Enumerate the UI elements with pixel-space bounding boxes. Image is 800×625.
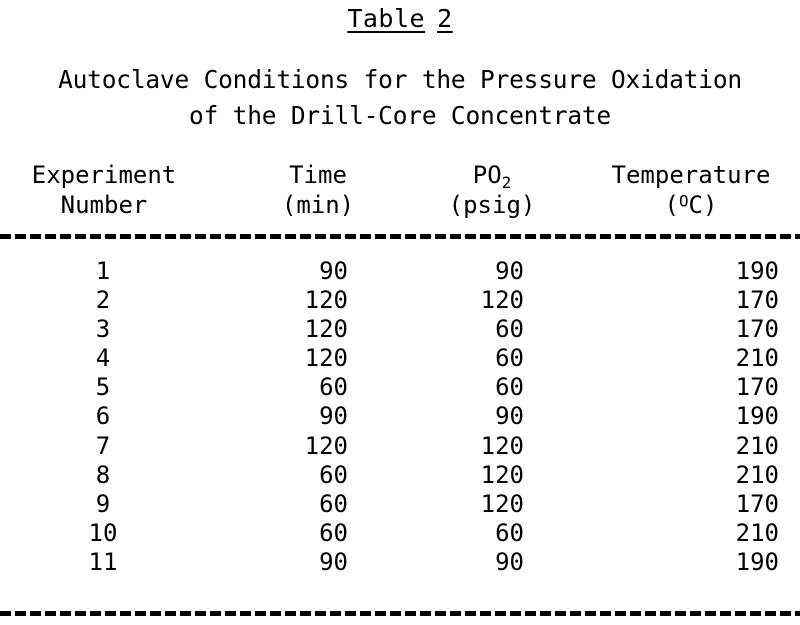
cell-po2: 120: [480, 489, 524, 518]
table-body: 1 90 90 190 2 120 120 170 3 120 60 170 4 120 60 210 5 60 6…: [0, 258, 800, 578]
table-row: 1 90 90 190: [0, 258, 800, 287]
cell-time: 60: [319, 460, 348, 489]
cell-experiment-number: 10: [88, 518, 118, 547]
table-row: 2 120 120 170: [0, 287, 800, 316]
cell-time: 120: [304, 344, 348, 373]
table-row: 4 120 60 210: [0, 345, 800, 374]
cell-temperature: 210: [735, 460, 779, 489]
column-header-temperature-line-1: Temperature: [611, 161, 771, 189]
cell-temperature: 170: [735, 489, 779, 518]
degree-symbol: O: [679, 191, 689, 211]
cell-po2: 60: [495, 518, 524, 547]
cell-time: 60: [319, 518, 348, 547]
cell-temperature: 190: [735, 402, 779, 431]
cell-experiment-number: 5: [95, 373, 111, 402]
column-header-temperature-line-2: (OC): [588, 190, 794, 220]
cell-time: 120: [304, 431, 348, 460]
table-row: 10 60 60 210: [0, 520, 800, 549]
cell-po2: 90: [495, 402, 524, 431]
column-header-time-line-2: (min): [281, 191, 355, 219]
cell-po2: 90: [495, 257, 524, 285]
column-header-time-line-1: Time: [289, 161, 347, 189]
cell-temperature: 170: [735, 315, 779, 344]
column-header-experiment-number-line-1: Experiment: [31, 161, 177, 189]
table-header-separator-rule: [0, 234, 800, 239]
table-bottom-rule: [0, 611, 800, 616]
cell-po2: 60: [495, 373, 524, 402]
degree-unit-celsius: C): [688, 191, 718, 219]
cell-po2: 60: [495, 315, 524, 344]
cell-time: 90: [319, 257, 348, 285]
cell-time: 60: [319, 489, 348, 518]
data-table: Experiment Number Time (min) PO2 (psig) …: [0, 0, 800, 625]
cell-temperature: 210: [735, 518, 779, 547]
column-header-experiment-number-line-2: Number: [60, 191, 148, 219]
cell-po2: 120: [480, 431, 524, 460]
cell-po2: 120: [480, 286, 524, 315]
table-row: 5 60 60 170: [0, 374, 800, 403]
cell-temperature: 170: [735, 286, 779, 315]
cell-experiment-number: 7: [95, 431, 111, 460]
cell-temperature: 190: [735, 547, 779, 576]
cell-experiment-number: 4: [95, 344, 111, 373]
cell-temperature: 210: [735, 431, 779, 460]
table-row: 3 120 60 170: [0, 316, 800, 345]
table-row: 7 120 120 210: [0, 433, 800, 462]
cell-experiment-number: 1: [95, 257, 111, 285]
cell-time: 120: [304, 315, 348, 344]
cell-experiment-number: 11: [88, 547, 118, 576]
cell-experiment-number: 2: [95, 286, 111, 315]
table-row: 6 90 90 190: [0, 403, 800, 432]
cell-time: 120: [304, 286, 348, 315]
column-header-po2-line-2: (psig): [448, 191, 536, 219]
cell-po2: 90: [495, 547, 524, 576]
column-header-time: Time (min): [262, 160, 374, 220]
column-header-po2-line-1: PO2: [472, 161, 511, 190]
cell-po2: 120: [480, 460, 524, 489]
table-row: 11 90 90 190: [0, 549, 800, 578]
cell-temperature: 190: [735, 257, 779, 285]
cell-experiment-number: 8: [95, 460, 111, 489]
cell-experiment-number: 6: [95, 402, 111, 431]
table-row: 8 60 120 210: [0, 462, 800, 491]
column-header-experiment-number: Experiment Number: [0, 160, 208, 220]
cell-temperature: 170: [735, 373, 779, 402]
cell-time: 90: [319, 547, 348, 576]
cell-temperature: 210: [735, 344, 779, 373]
column-header-temperature: Temperature (OC): [588, 160, 794, 220]
cell-time: 60: [319, 373, 348, 402]
cell-po2: 60: [495, 344, 524, 373]
cell-time: 90: [319, 402, 348, 431]
column-header-partial-pressure-oxygen: PO2 (psig): [436, 160, 548, 220]
cell-experiment-number: 9: [95, 489, 111, 518]
degree-unit-open-paren: (: [664, 191, 679, 219]
column-header-po2-text: PO: [472, 161, 502, 189]
cell-experiment-number: 3: [95, 315, 111, 344]
table-row: 9 60 120 170: [0, 491, 800, 520]
